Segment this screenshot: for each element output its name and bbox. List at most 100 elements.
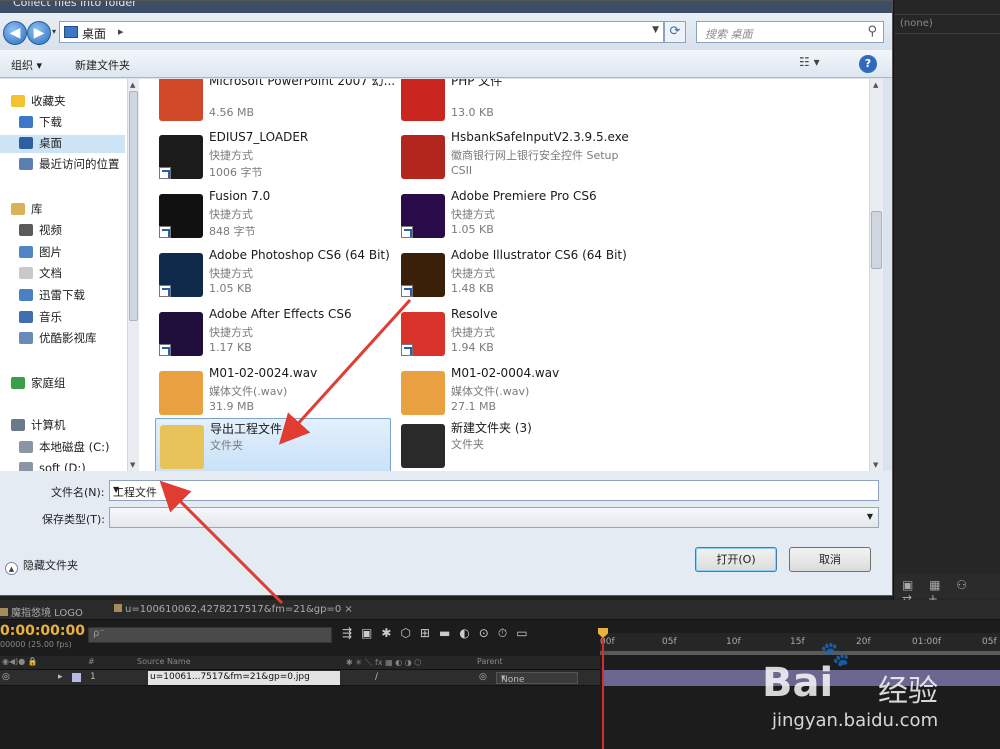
sidebar-item[interactable]: 优酷影视库	[19, 330, 97, 348]
file-item[interactable]: Adobe Illustrator CS6 (64 Bit) 快捷方式 1.48 K…	[397, 247, 633, 303]
timecode-display[interactable]: 0:00:00:00	[0, 623, 85, 639]
address-dropdown-icon[interactable]: ▼	[652, 25, 659, 35]
filetype-dropdown-icon[interactable]: ▼	[867, 512, 873, 521]
layer-source-name[interactable]: u=10061...7517&fm=21&gp=0.jpg	[148, 671, 340, 685]
sidebar-item[interactable]: 计算机	[11, 417, 66, 435]
switches-icons: ◉◀)● 🔒	[2, 657, 38, 666]
thunder-download-icon	[19, 289, 33, 301]
file-item[interactable]: Adobe Premiere Pro CS6 快捷方式 1.05 KB	[397, 188, 633, 244]
file-item[interactable]: M01-02-0024.wav 媒体文件(.wav) 31.9 MB	[155, 365, 391, 421]
file-item[interactable]: Adobe Photoshop CS6 (64 Bit) 快捷方式 1.05 KB	[155, 247, 391, 303]
file-item[interactable]: HsbankSafeInputV2.3.9.5.exe 徽商银行网上银行安全控件 …	[397, 129, 633, 185]
sidebar-item[interactable]: 图片	[19, 244, 62, 262]
sidebar-item-label: 迅雷下载	[39, 288, 85, 302]
file-name: Fusion 7.0	[209, 189, 271, 203]
shortcut-arrow-icon	[401, 344, 413, 356]
scroll-up-icon[interactable]: ▲	[873, 81, 878, 89]
history-dropdown-icon[interactable]: ▾	[52, 27, 56, 36]
file-item[interactable]: Resolve 快捷方式 1.94 KB	[397, 306, 633, 362]
sidebar-item[interactable]: 库	[11, 201, 43, 219]
layer-number: 1	[90, 672, 96, 682]
sidebar-item-label: 文档	[39, 266, 62, 280]
timeline-controls[interactable]: ⇶▣✱⬡⊞▬◐⊙⏱▭	[342, 626, 537, 641]
tab-image-comp[interactable]: u=100610062,4278217517&fm=21&gp=0 ×	[114, 604, 353, 615]
sidebar-item[interactable]: 家庭组	[11, 375, 66, 393]
disk-c-icon	[19, 441, 33, 453]
ruler-tick-label: 10f	[726, 637, 741, 647]
ae-panel-toolbar: ▣ ▦ ⚇ ⇄ +	[894, 574, 1000, 606]
filename-dropdown-icon[interactable]: ▼	[113, 485, 873, 494]
sidebar-item-label: 计算机	[31, 418, 66, 432]
sidebar-item[interactable]: 下载	[19, 114, 62, 132]
layer-label-color[interactable]	[72, 673, 81, 682]
search-input[interactable]: 搜索 桌面 ⚲	[696, 21, 884, 43]
wav-file-icon	[159, 371, 203, 415]
dialog-title-bar: Collect files into folder	[0, 1, 892, 13]
file-list-scroll-thumb[interactable]	[871, 211, 882, 269]
sidebar-item[interactable]: 文档	[19, 265, 62, 283]
layer-row[interactable]: ◎ ▸ 1 u=10061...7517&fm=21&gp=0.jpg ∕ ◎ …	[0, 670, 600, 686]
computer-icon	[11, 419, 25, 431]
sidebar-item[interactable]: 桌面	[0, 135, 125, 153]
sidebar-item[interactable]: 收藏夹	[11, 93, 66, 111]
navigation-scrollbar[interactable]: ▲ ▼	[127, 79, 139, 471]
scroll-down-icon[interactable]: ▼	[130, 461, 135, 469]
header-parent: Parent	[477, 657, 503, 666]
navigation-scroll-thumb[interactable]	[129, 91, 138, 321]
address-bar[interactable]: 桌面 ▸ ▼	[59, 21, 664, 43]
frame-rate-display: 00000 (25.00 fps)	[0, 640, 72, 649]
resolve-icon	[401, 312, 445, 356]
tab-logo-comp[interactable]: 魔指悠境 LOGO	[0, 604, 83, 619]
file-item[interactable]: 新建文件夹 (3) 文件夹	[397, 418, 633, 471]
file-item[interactable]: Adobe After Effects CS6 快捷方式 1.17 KB	[155, 306, 391, 362]
sidebar-item[interactable]: 视频	[19, 222, 62, 240]
refresh-button[interactable]: ⟳	[664, 21, 686, 43]
filetype-select[interactable]: ▼	[109, 507, 879, 528]
sidebar-item[interactable]: 音乐	[19, 309, 62, 327]
filename-field[interactable]: 工程文件 ▼	[109, 480, 879, 501]
file-item[interactable]: EDIUS7_LOADER 快捷方式 1006 字节	[155, 129, 391, 185]
sidebar-item[interactable]: 本地磁盘 (C:)	[19, 439, 110, 457]
sidebar-item[interactable]: 最近访问的位置	[19, 156, 120, 174]
sidebar-item[interactable]: 迅雷下载	[19, 287, 85, 305]
layer-quality-switch[interactable]: ∕	[375, 672, 378, 682]
sidebar-item[interactable]: soft (D:)	[19, 461, 86, 471]
organize-button[interactable]: 组织 ▾	[11, 57, 42, 73]
file-item[interactable]: Fusion 7.0 快捷方式 848 字节	[155, 188, 391, 244]
file-list-scrollbar[interactable]: ▲ ▼	[869, 79, 883, 471]
file-size: 1.17 KB	[209, 341, 252, 354]
file-item[interactable]: 导出工程文件 文件夹	[155, 418, 391, 471]
open-button[interactable]: 打开(O)	[695, 547, 777, 572]
file-size: 1006 字节	[209, 166, 263, 179]
timeline-search-input[interactable]: ρ⁻	[88, 627, 332, 643]
parent-pickwhip-icon[interactable]: ◎	[479, 672, 487, 682]
file-item[interactable]: Microsoft PowerPoint 2007 幻... 4.56 MB	[155, 79, 395, 127]
parent-select[interactable]: None ▾	[496, 672, 578, 685]
documents-icon	[19, 267, 33, 279]
folder-icon	[160, 425, 204, 469]
breadcrumb-arrow-icon[interactable]: ▸	[118, 25, 124, 38]
cancel-button[interactable]: 取消	[789, 547, 871, 572]
ruler-tick-label: 05f	[662, 637, 677, 647]
layer-expand-icon[interactable]: ▸	[58, 672, 63, 682]
file-item[interactable]: PHP 文件 13.0 KB	[397, 79, 633, 127]
file-item[interactable]: M01-02-0004.wav 媒体文件(.wav) 27.1 MB	[397, 365, 633, 421]
scroll-up-icon[interactable]: ▲	[130, 81, 135, 89]
sidebar-item-label: 本地磁盘 (C:)	[39, 440, 110, 454]
collapse-up-icon: ▲	[5, 562, 18, 575]
layer-visibility-icon[interactable]: ◎	[2, 672, 10, 682]
file-name: Adobe Illustrator CS6 (64 Bit)	[451, 248, 627, 262]
help-button[interactable]: ?	[859, 55, 877, 73]
hide-folders-toggle[interactable]: ▲ 隐藏文件夹	[5, 557, 78, 575]
current-time-indicator[interactable]	[598, 628, 608, 749]
new-folder-button[interactable]: 新建文件夹	[75, 57, 130, 73]
dialog-title: Collect files into folder	[13, 1, 137, 9]
illustrator-icon	[401, 253, 445, 297]
change-view-icon[interactable]: ☷ ▾	[799, 55, 831, 73]
back-button[interactable]: ◀	[3, 21, 27, 45]
search-icon[interactable]: ⚲	[867, 24, 877, 39]
forward-button[interactable]: ▶	[27, 21, 51, 45]
comp-icon	[114, 604, 122, 612]
file-size: 848 字节	[209, 225, 256, 238]
scroll-down-icon[interactable]: ▼	[873, 461, 878, 469]
